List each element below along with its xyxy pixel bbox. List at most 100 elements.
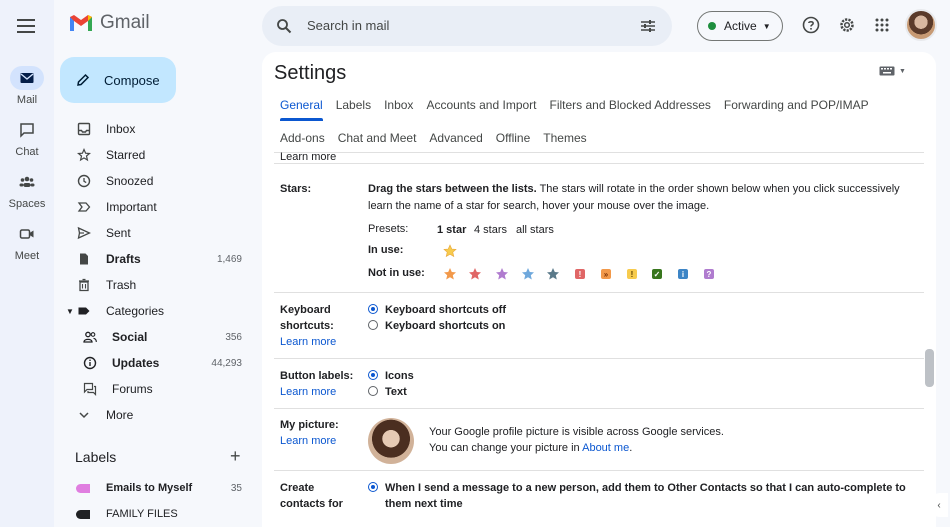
label-name: Emails to Myself — [106, 482, 193, 494]
tab-inbox[interactable]: Inbox — [384, 98, 413, 112]
auto-add-contacts-option[interactable]: When I send a message to a new person, a… — [368, 480, 906, 496]
account-avatar[interactable] — [905, 9, 937, 41]
nav-sent[interactable]: Sent — [60, 220, 250, 246]
text-option[interactable]: Text — [368, 384, 407, 400]
nav-categories[interactable]: ▼ Categories — [60, 298, 250, 324]
gear-icon[interactable] — [837, 15, 857, 35]
nav-sent-label: Sent — [106, 226, 131, 240]
keyboard-on-radio[interactable] — [368, 320, 378, 330]
keyboard-off-radio[interactable] — [368, 304, 378, 314]
purple-question-icon[interactable]: ? — [704, 269, 714, 279]
search-icon[interactable] — [276, 18, 292, 34]
nav-snoozed-label: Snoozed — [106, 174, 154, 188]
nav-snoozed[interactable]: Snoozed — [60, 168, 250, 194]
tab-offline[interactable]: Offline — [496, 131, 530, 145]
yellow-bang-icon[interactable]: ! — [627, 269, 637, 279]
red-star-icon[interactable] — [468, 267, 482, 281]
blue-star-icon[interactable] — [521, 267, 535, 281]
preset-all-stars[interactable]: all stars — [516, 222, 554, 238]
create-contacts-line2: contacts for — [280, 498, 343, 510]
apps-grid-icon[interactable] — [872, 15, 892, 35]
tab-add-ons[interactable]: Add-ons — [280, 131, 325, 145]
icons-radio[interactable] — [368, 370, 378, 380]
my-picture-learn-more-link[interactable]: Learn more — [280, 433, 339, 449]
button-labels-learn-more-link[interactable]: Learn more — [280, 384, 353, 400]
keyboard-label-line2: shortcuts: — [280, 320, 334, 332]
keyboard-learn-more-link[interactable]: Learn more — [280, 334, 336, 350]
row-divider — [274, 408, 924, 409]
row-divider — [274, 358, 924, 359]
info-icon — [82, 355, 98, 371]
label-emails-to-myself[interactable]: Emails to Myself 35 — [76, 477, 246, 499]
active-tab-indicator — [280, 118, 323, 121]
nav-more-label: More — [106, 408, 134, 422]
orange-guillemet-icon[interactable]: » — [601, 269, 611, 279]
nav-trash[interactable]: Trash — [60, 272, 250, 298]
caret-down-icon[interactable]: ▼ — [66, 307, 74, 316]
nav-important[interactable]: Important — [60, 194, 250, 220]
add-label-button[interactable]: + — [230, 446, 241, 467]
compose-button[interactable]: Compose — [60, 57, 176, 103]
purple-star-icon[interactable] — [495, 267, 509, 281]
auto-add-contacts-radio[interactable] — [368, 482, 378, 492]
side-panel-toggle[interactable]: ‹ — [930, 493, 948, 517]
main-menu-button[interactable] — [14, 14, 38, 38]
tab-chat-and-meet[interactable]: Chat and Meet — [338, 131, 417, 145]
input-tools-button[interactable]: ▼ — [879, 66, 906, 76]
tab-accounts-and-import[interactable]: Accounts and Import — [426, 98, 536, 112]
text-radio[interactable] — [368, 386, 378, 396]
row-divider — [274, 470, 924, 471]
status-selector[interactable]: Active ▼ — [697, 11, 783, 41]
label-family-files[interactable]: FAMILY FILES — [76, 503, 246, 525]
my-picture-label: My picture: Learn more — [280, 417, 339, 449]
tab-labels[interactable]: Labels — [336, 98, 371, 112]
yellow-star-icon[interactable] — [443, 244, 457, 258]
nav-updates-label: Updates — [112, 356, 160, 370]
rail-meet-label: Meet — [14, 250, 40, 262]
gmail-logo[interactable]: Gmail — [68, 12, 150, 34]
filter-options-icon[interactable] — [640, 18, 656, 34]
scrollbar-thumb[interactable] — [925, 349, 934, 387]
tab-themes[interactable]: Themes — [543, 131, 586, 145]
tab-forwarding[interactable]: Forwarding and POP/IMAP — [724, 98, 869, 112]
caret-down-icon: ▼ — [762, 21, 771, 31]
rail-spaces[interactable]: Spaces — [0, 170, 54, 210]
forum-icon — [82, 381, 98, 397]
tab-general[interactable]: General — [280, 98, 323, 112]
nav-inbox[interactable]: Inbox — [60, 116, 250, 142]
nav-forums[interactable]: Forums — [60, 376, 250, 402]
icons-option[interactable]: Icons — [368, 368, 414, 384]
nav-updates[interactable]: Updates 44,293 — [60, 350, 250, 376]
my-picture-title: My picture: — [280, 419, 339, 431]
blue-info-icon[interactable]: i — [678, 269, 688, 279]
help-icon[interactable] — [801, 15, 821, 35]
about-me-link[interactable]: About me — [582, 442, 629, 454]
people-icon — [82, 329, 98, 345]
nav-starred[interactable]: Starred — [60, 142, 250, 168]
nav-social-count: 356 — [225, 331, 242, 343]
search-bar[interactable]: Search in mail — [262, 6, 672, 46]
nav-trash-label: Trash — [106, 278, 137, 292]
green-star-icon[interactable] — [546, 267, 560, 281]
tab-advanced[interactable]: Advanced — [429, 131, 482, 145]
text-label: Text — [385, 386, 407, 398]
nav-social[interactable]: Social 356 — [60, 324, 250, 350]
not-in-use-label: Not in use: — [368, 267, 425, 279]
keyboard-on-option[interactable]: Keyboard shortcuts on — [368, 318, 505, 334]
orange-star-icon[interactable] — [443, 267, 457, 281]
rail-meet[interactable]: Meet — [0, 222, 54, 262]
keyboard-off-option[interactable]: Keyboard shortcuts off — [368, 302, 506, 318]
red-bang-icon[interactable]: ! — [575, 269, 585, 279]
nav-more[interactable]: More — [60, 402, 250, 428]
button-labels-title: Button labels: — [280, 370, 354, 382]
tab-filters[interactable]: Filters and Blocked Addresses — [550, 98, 711, 112]
search-input[interactable]: Search in mail — [307, 18, 389, 33]
nav-drafts[interactable]: Drafts 1,469 — [60, 246, 250, 272]
preset-1-star[interactable]: 1 star — [437, 222, 466, 238]
preset-4-stars[interactable]: 4 stars — [474, 222, 507, 238]
keyboard-off-label: Keyboard shortcuts off — [385, 304, 507, 316]
profile-picture — [368, 418, 414, 464]
rail-chat[interactable]: Chat — [0, 118, 54, 158]
green-check-icon[interactable]: ✓ — [652, 269, 662, 279]
rail-mail[interactable]: Mail — [0, 66, 54, 106]
